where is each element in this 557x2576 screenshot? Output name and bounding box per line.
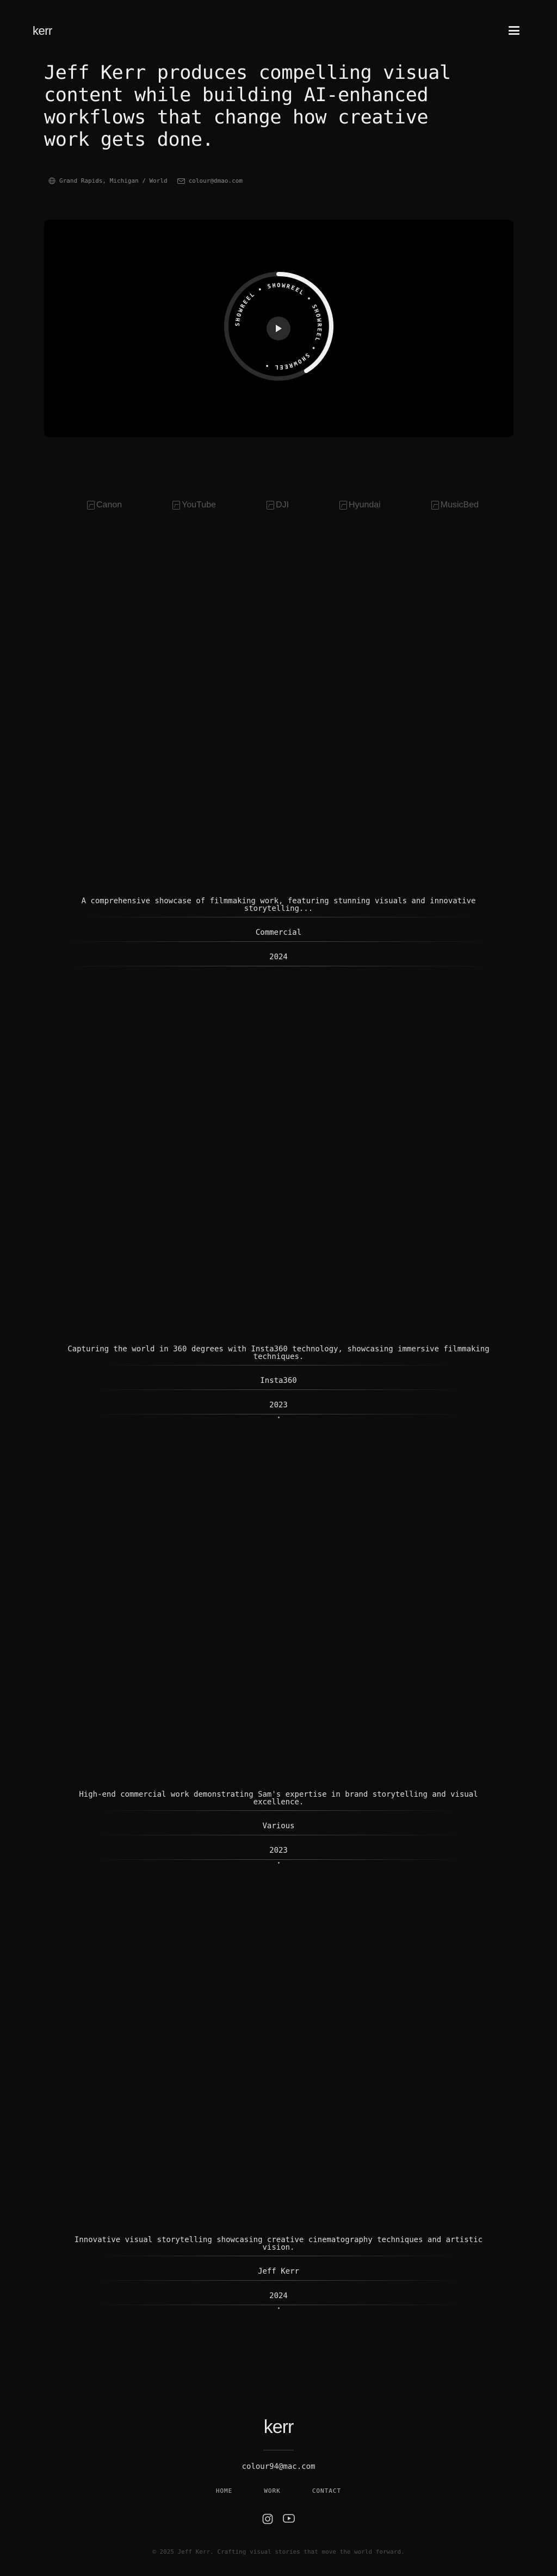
hero-meta: Grand Rapids, Michigan / World colour@dm… xyxy=(48,177,243,184)
site-logo[interactable]: kerr xyxy=(33,24,52,38)
globe-icon xyxy=(48,177,55,184)
project-year: 2024 xyxy=(269,2292,288,2300)
footer-nav: HOME WORK CONTACT xyxy=(0,2487,557,2494)
project-client: Insta360 xyxy=(260,1376,297,1385)
footer-nav-contact[interactable]: CONTACT xyxy=(312,2487,341,2494)
project-description: High-end commercial work demonstrating S… xyxy=(79,1790,478,1807)
client-logo: MusicBed xyxy=(431,500,479,510)
play-button[interactable] xyxy=(267,316,290,340)
location-item: Grand Rapids, Michigan / World xyxy=(48,177,168,184)
project-year: 2023 xyxy=(269,1846,288,1855)
instagram-icon[interactable] xyxy=(262,2513,273,2527)
project-card[interactable]: High-end commercial work demonstrating S… xyxy=(60,1791,497,1864)
mail-icon xyxy=(177,178,185,184)
broken-image-icon xyxy=(172,501,181,510)
site-header: kerr xyxy=(0,0,557,65)
youtube-icon[interactable] xyxy=(283,2513,295,2527)
footer-nav-home[interactable]: HOME xyxy=(216,2487,233,2494)
client-logos: Canon YouTube DJI Hyundai MusicBed xyxy=(87,500,479,510)
footer-nav-work[interactable]: WORK xyxy=(264,2487,281,2494)
copyright-text: © 2025 Jeff Kerr. Crafting visual storie… xyxy=(152,2548,405,2555)
hamburger-menu-icon[interactable] xyxy=(508,25,520,36)
client-logo: Canon xyxy=(87,500,122,510)
project-year: 2023 xyxy=(269,1401,288,1410)
hero-email-link[interactable]: colour@dmao.com xyxy=(189,177,243,184)
footer-logo[interactable]: kerr xyxy=(0,2417,557,2438)
social-links xyxy=(0,2513,557,2527)
project-card[interactable]: Innovative visual storytelling showcasin… xyxy=(60,2236,497,2309)
project-year: 2024 xyxy=(269,953,288,961)
client-logo: YouTube xyxy=(172,500,216,510)
footer-email-link[interactable]: colour94@mac.com xyxy=(0,2462,557,2471)
project-client: Various xyxy=(262,1822,295,1830)
project-client: Commercial xyxy=(255,928,302,937)
location-text: Grand Rapids, Michigan / World xyxy=(59,177,168,184)
project-card[interactable]: A comprehensive showcase of filmmaking w… xyxy=(60,897,497,966)
project-card[interactable]: Capturing the world in 360 degrees with … xyxy=(60,1345,497,1418)
broken-image-icon xyxy=(339,501,348,510)
play-icon xyxy=(276,325,282,332)
broken-image-icon xyxy=(431,501,439,510)
showreel-video[interactable]: SHOWREEL • SHOWREEL • SHOWREEL • SHOWREE… xyxy=(44,220,513,437)
project-client: Jeff Kerr xyxy=(258,2267,299,2276)
project-description: A comprehensive showcase of filmmaking w… xyxy=(81,897,476,913)
project-description: Innovative visual storytelling showcasin… xyxy=(74,2236,483,2252)
client-logo: DJI xyxy=(267,500,289,510)
broken-image-icon xyxy=(87,501,95,510)
email-item[interactable]: colour@dmao.com xyxy=(177,177,243,184)
broken-image-icon xyxy=(267,501,275,510)
project-description: Capturing the world in 360 degrees with … xyxy=(67,1345,490,1361)
hero-headline: Jeff Kerr produces compelling visual con… xyxy=(44,62,451,151)
client-logo: Hyundai xyxy=(339,500,381,510)
